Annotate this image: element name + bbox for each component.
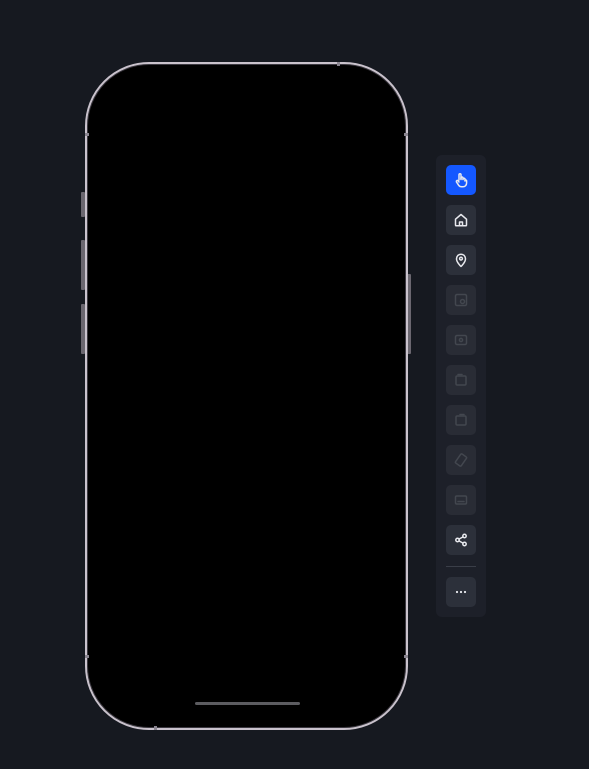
more-dots-icon (455, 590, 467, 594)
home-icon (454, 213, 468, 227)
screen-record-button[interactable] (446, 325, 476, 355)
screenshot-button[interactable] (446, 285, 476, 315)
antenna-band (154, 726, 157, 730)
rotate-right-button[interactable] (446, 405, 476, 435)
rotate-right-icon (455, 413, 467, 426)
antenna-band (85, 133, 89, 136)
pointer-tool-button[interactable] (446, 165, 476, 195)
phone-screen[interactable] (90, 67, 403, 725)
share-button[interactable] (446, 525, 476, 555)
screen-record-icon (454, 334, 468, 346)
keyboard-button[interactable] (446, 485, 476, 515)
home-button[interactable] (446, 205, 476, 235)
keyboard-icon (454, 495, 468, 505)
home-indicator[interactable] (194, 702, 300, 705)
phone-device-frame (85, 62, 408, 730)
shake-icon (454, 453, 468, 467)
shake-button[interactable] (446, 445, 476, 475)
simulator-toolbar (436, 155, 486, 617)
rotate-left-icon (455, 373, 467, 386)
rotate-left-button[interactable] (446, 365, 476, 395)
toolbar-divider (446, 566, 476, 567)
antenna-band (404, 133, 408, 136)
antenna-band (85, 655, 89, 658)
antenna-band (404, 655, 408, 658)
share-icon (455, 533, 467, 547)
more-options-button[interactable] (446, 577, 476, 607)
antenna-band (337, 62, 340, 66)
screenshot-icon (454, 293, 468, 307)
location-button[interactable] (446, 245, 476, 275)
simulator-stage (0, 0, 589, 769)
pointer-hand-icon (455, 173, 468, 188)
location-pin-icon (455, 253, 467, 268)
